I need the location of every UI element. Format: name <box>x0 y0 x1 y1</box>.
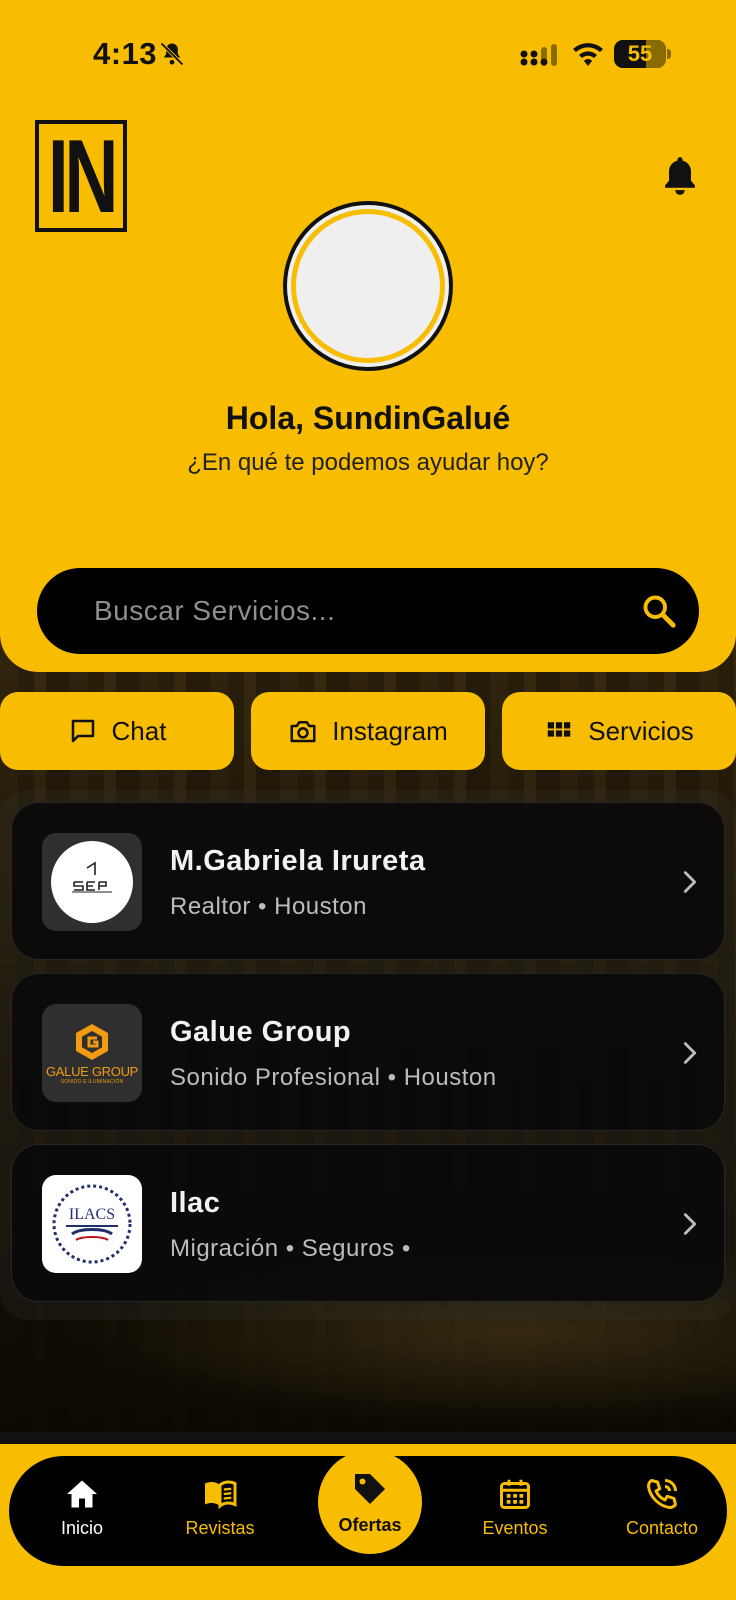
listing-meta: Sonido Profesional • Houston <box>170 1064 497 1091</box>
listing-thumbnail: ILACS <box>42 1175 142 1273</box>
quick-actions: Chat Instagram Servicios <box>0 692 736 770</box>
bell-off-icon <box>160 42 184 66</box>
greeting-subtitle: ¿En qué te podemos ayudar hoy? <box>187 449 549 476</box>
chevron-right-icon <box>683 871 697 893</box>
cellular-signal-icon <box>520 44 557 66</box>
search-icon[interactable] <box>641 593 677 629</box>
chevron-right-icon <box>683 1213 697 1235</box>
listing-name: Ilac <box>170 1187 221 1219</box>
battery-level: 55 <box>627 41 653 66</box>
chat-button-label: Chat <box>111 715 167 746</box>
wifi-icon <box>573 43 603 66</box>
header: 4:13 55 IN Hola, SundinGalué ¿En qué te … <box>0 0 736 672</box>
galue-logo-subtext: SONIDO E ILUMINACIÓN <box>60 1078 124 1085</box>
list-item-gabriela[interactable]: M.Gabriela Irureta Realtor • Houston <box>11 802 725 960</box>
book-icon <box>205 1480 237 1510</box>
galue-group-logo <box>76 1023 108 1060</box>
phone-icon <box>647 1479 677 1509</box>
nav-eventos[interactable]: Eventos <box>455 1476 575 1556</box>
nav-revistas-label: Revistas <box>185 1518 255 1538</box>
listing-thumbnail <box>42 833 142 931</box>
nav-ofertas-label: Ofertas <box>338 1514 402 1535</box>
chat-bubble-icon <box>71 719 94 743</box>
chat-button[interactable]: Chat <box>0 692 234 770</box>
bottom-navigation: Inicio Revistas Ofertas Eventos Contacto <box>9 1450 727 1566</box>
nav-contacto[interactable]: Contacto <box>602 1476 722 1556</box>
camera-icon <box>290 721 316 743</box>
battery-cap <box>667 49 671 59</box>
home-icon <box>67 1480 97 1508</box>
list-item-galue-group[interactable]: GALUE GROUP SONIDO E ILUMINACIÓN Galue G… <box>11 973 725 1131</box>
ilacs-logo-text: ILACS <box>68 1206 116 1223</box>
tag-icon <box>355 1473 385 1504</box>
instagram-button-label: Instagram <box>332 715 448 746</box>
battery-indicator: 55 <box>614 40 666 68</box>
search-bar <box>37 568 699 654</box>
listing-meta: Realtor • Houston <box>170 893 367 920</box>
servicios-button[interactable]: Servicios <box>502 692 736 770</box>
listing-meta: Migración • Seguros • <box>170 1235 411 1262</box>
listing-name: M.Gabriela Irureta <box>170 845 426 877</box>
chevron-right-icon <box>683 1042 697 1064</box>
grid-icon <box>548 722 571 737</box>
nav-revistas[interactable]: Revistas <box>160 1476 280 1556</box>
instagram-button[interactable]: Instagram <box>251 692 485 770</box>
step-logo <box>51 841 133 923</box>
nav-eventos-label: Eventos <box>482 1518 548 1538</box>
galue-logo-text: GALUE GROUP <box>45 1063 139 1079</box>
profile-avatar[interactable] <box>283 201 453 371</box>
servicios-button-label: Servicios <box>588 715 694 746</box>
app-logo-text: IN <box>47 119 119 235</box>
nav-inicio[interactable]: Inicio <box>22 1476 142 1556</box>
status-bar: 4:13 55 <box>0 0 736 100</box>
status-time: 4:13 <box>93 36 158 71</box>
notification-bell-icon[interactable] <box>661 154 699 198</box>
nav-ofertas[interactable]: Ofertas <box>318 1450 422 1554</box>
listing-name: Galue Group <box>170 1016 352 1048</box>
calendar-icon <box>500 1479 530 1509</box>
nav-inicio-label: Inicio <box>60 1518 104 1538</box>
app-logo: IN <box>35 120 127 232</box>
ilacs-logo: ILACS <box>50 1182 134 1266</box>
listings: M.Gabriela Irureta Realtor • Houston GAL… <box>0 790 736 1320</box>
greeting-title: Hola, SundinGalué <box>225 400 511 436</box>
search-input[interactable] <box>94 568 614 654</box>
list-item-ilac[interactable]: ILACS Ilac Migración • Seguros • <box>11 1144 725 1302</box>
listing-thumbnail: GALUE GROUP SONIDO E ILUMINACIÓN <box>42 1004 142 1102</box>
nav-contacto-label: Contacto <box>625 1518 699 1538</box>
